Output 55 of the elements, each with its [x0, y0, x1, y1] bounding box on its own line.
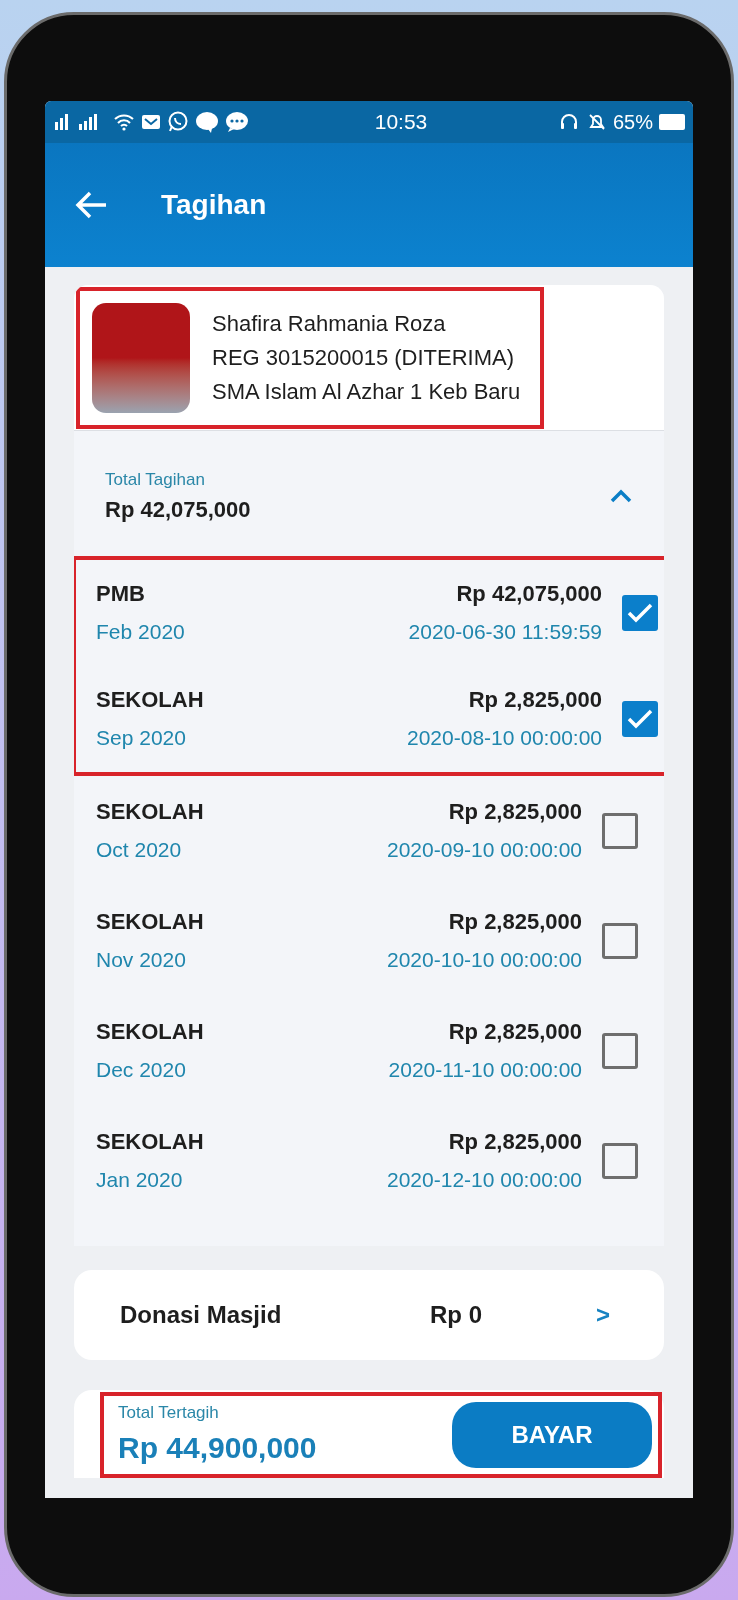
- due-date: 2020-06-30 11:59:59: [408, 619, 602, 646]
- donation-amount: Rp 0: [430, 1299, 483, 1330]
- bill-category: PMB: [96, 580, 146, 609]
- student-name: Shafira Rahmania Roza: [212, 309, 447, 338]
- chevron-up-icon: [610, 489, 632, 504]
- bill-amount: Rp 2,825,000: [468, 686, 602, 715]
- bill-period: Sep 2020: [96, 725, 187, 752]
- bill-period: Feb 2020: [96, 619, 186, 646]
- due-date: 2020-12-10 00:00:00: [387, 1167, 582, 1194]
- donation-label: Donasi Masjid: [120, 1299, 283, 1330]
- message-icon: [225, 111, 249, 133]
- battery-icon: [659, 114, 685, 130]
- due-date: 2020-11-10 00:00:00: [388, 1057, 582, 1084]
- bill-amount: Rp 2,825,000: [448, 908, 582, 937]
- bill-amount: Rp 2,825,000: [448, 1128, 582, 1157]
- total-billed-amount: Rp 44,900,000: [118, 1430, 317, 1466]
- bill-amount: Rp 2,825,000: [448, 1018, 582, 1047]
- checkbox[interactable]: [602, 812, 638, 849]
- bill-amount: Rp 42,075,000: [456, 580, 602, 609]
- bill-period: Jan 2020: [96, 1167, 184, 1194]
- checkbox[interactable]: [602, 1142, 638, 1179]
- bill-category: SEKOLAH: [96, 798, 205, 827]
- registration-number: REG 3015200015 (DITERIMA): [212, 343, 516, 372]
- arrow-text: >: [596, 1299, 610, 1330]
- bill-amount: Rp 2,825,000: [448, 798, 582, 827]
- speech-bubble-icon: [195, 111, 219, 133]
- page-title: Tagihan: [161, 188, 267, 222]
- total-amount: Rp 42,075,000: [105, 495, 251, 524]
- bill-period: Dec 2020: [96, 1057, 187, 1084]
- mail-icon: [141, 113, 161, 131]
- bill-category: SEKOLAH: [96, 908, 205, 937]
- back-arrow-icon: [74, 190, 108, 220]
- chat-bubble-icon: [167, 111, 189, 133]
- clock-text: 10:53: [373, 109, 429, 136]
- headset-icon: [558, 112, 579, 132]
- total-billed-label: Total Tertagih: [118, 1401, 220, 1424]
- due-date: 2020-10-10 00:00:00: [387, 947, 582, 974]
- donation-row[interactable]: Donasi Masjid Rp 0 >: [74, 1269, 664, 1360]
- total-label: Total Tagihan: [105, 469, 206, 491]
- bill-category: SEKOLAH: [96, 686, 205, 715]
- checkbox[interactable]: [622, 700, 658, 737]
- due-date: 2020-08-10 00:00:00: [407, 725, 602, 752]
- pay-button[interactable]: BAYAR: [452, 1401, 652, 1468]
- checkbox[interactable]: [602, 1032, 638, 1069]
- school-name: SMA Islam Al Azhar 1 Keb Baru: [212, 377, 521, 406]
- checkbox[interactable]: [602, 922, 638, 959]
- bill-category: SEKOLAH: [96, 1018, 205, 1047]
- bill-period: Nov 2020: [96, 947, 187, 974]
- battery-percent-text: 65%: [612, 110, 653, 135]
- checkbox[interactable]: [622, 594, 658, 631]
- due-date: 2020-09-10 00:00:00: [387, 837, 582, 864]
- bill-category: SEKOLAH: [96, 1128, 205, 1157]
- bell-off-icon: [586, 112, 607, 132]
- wifi-icon: [113, 112, 135, 132]
- bill-period: Oct 2020: [96, 837, 183, 864]
